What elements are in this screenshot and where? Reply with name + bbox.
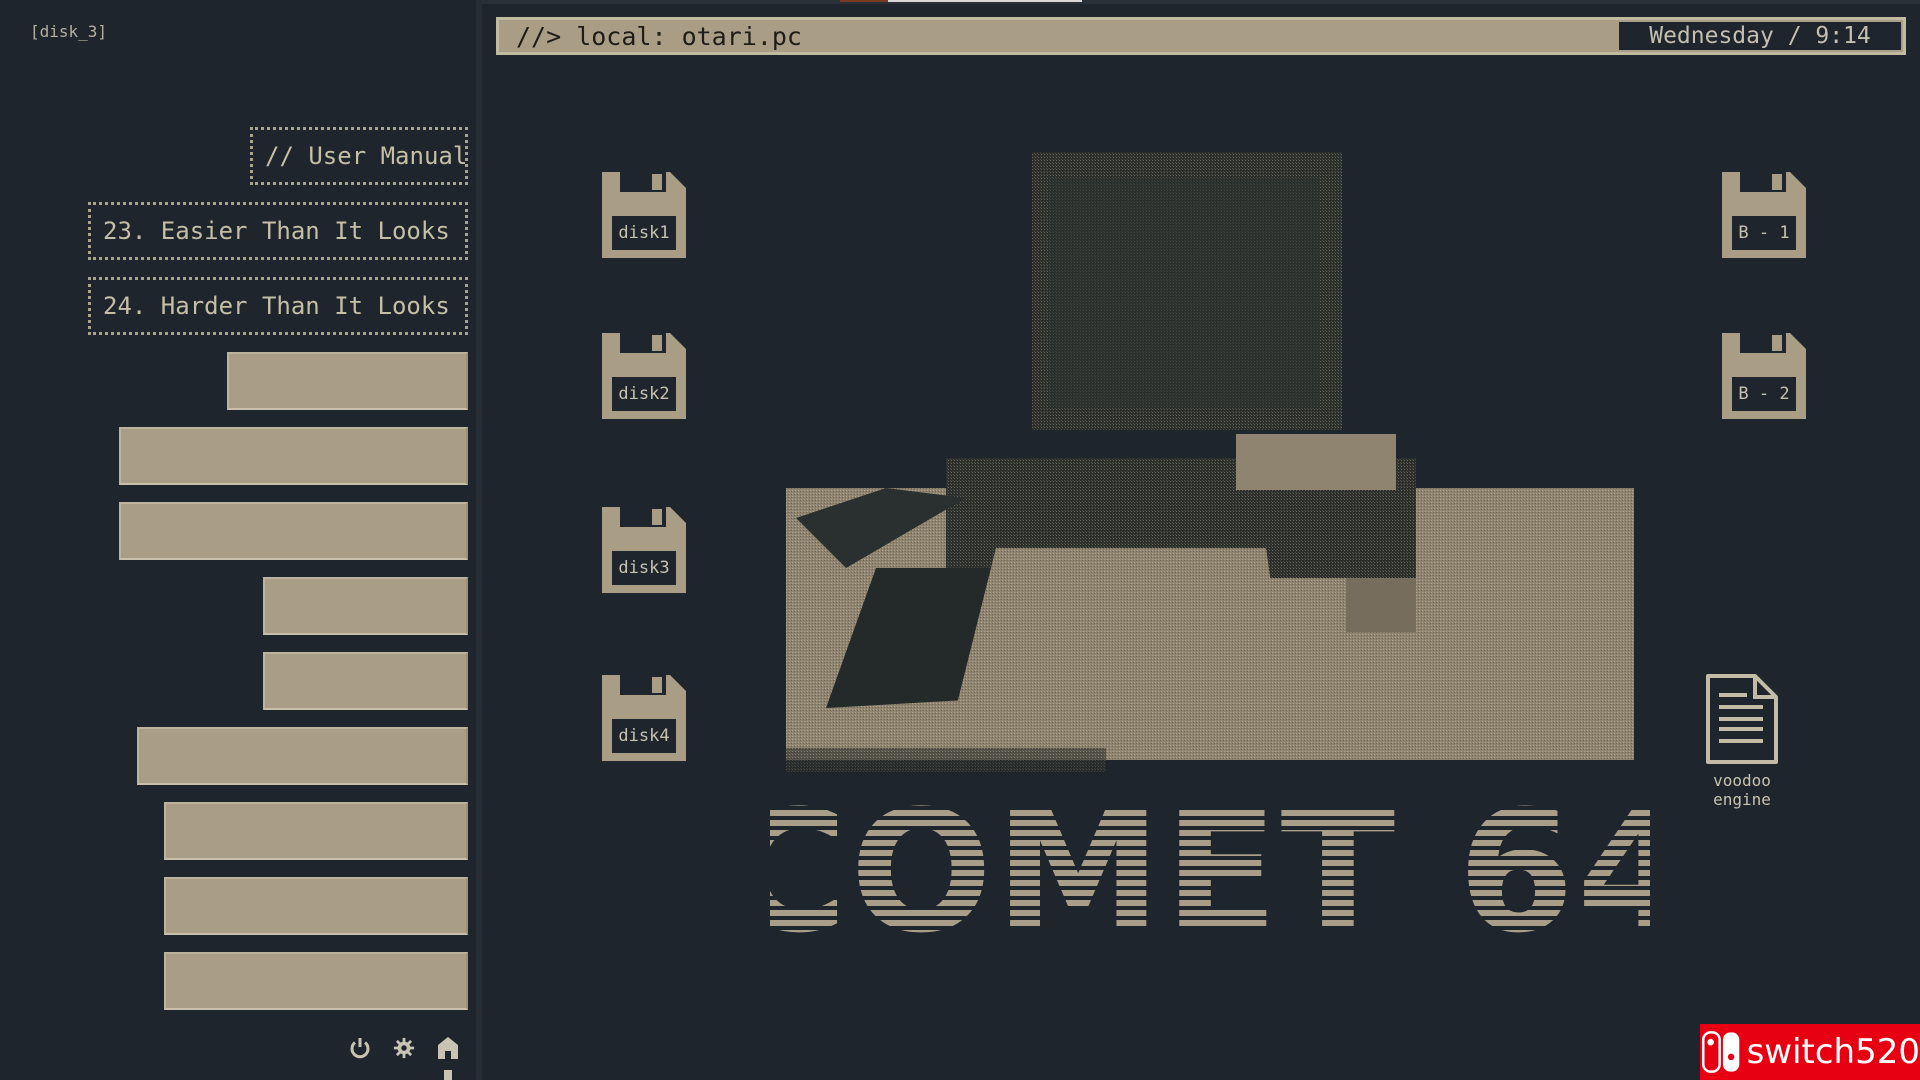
menu-item-blank[interactable]	[119, 502, 468, 560]
menu-item-blank[interactable]	[227, 352, 468, 410]
disk-tag: [disk_3]	[30, 22, 108, 41]
menu-item-chapter-23[interactable]: 23. Easier Than It Looks	[88, 202, 468, 260]
logo-text: COMET 64	[770, 800, 1650, 940]
disk-drive-shape	[1236, 434, 1396, 490]
disk-icon-b1[interactable]: B - 1	[1720, 170, 1808, 260]
power-icon[interactable]	[348, 1036, 372, 1060]
menu-item-blank[interactable]	[164, 952, 468, 1010]
watermark: switch520	[1700, 1024, 1920, 1080]
watermark-text: switch520	[1746, 1032, 1920, 1072]
main-area: //> local: otari.pc Wednesday / 9:14 dis…	[482, 0, 1920, 1080]
disk-label: B - 1	[1738, 223, 1790, 243]
document-icon	[1706, 674, 1778, 764]
disk-label: disk3	[618, 558, 670, 578]
menu-item-blank[interactable]	[263, 652, 468, 710]
home-icon[interactable]	[436, 1036, 460, 1060]
clock: Wednesday / 9:14	[1616, 22, 1901, 50]
menu-item-blank[interactable]	[164, 877, 468, 935]
document-voodoo-engine[interactable]: voodoo engine	[1692, 673, 1792, 809]
menu-item-blank[interactable]	[263, 577, 468, 635]
mouse-shape	[1346, 578, 1416, 632]
disk-label: B - 2	[1738, 384, 1790, 404]
disk-icon-disk4[interactable]: disk4	[600, 673, 688, 763]
location-path: //> local: otari.pc	[516, 21, 802, 51]
document-label: voodoo engine	[1713, 771, 1771, 809]
disk-icon-disk2[interactable]: disk2	[600, 331, 688, 421]
disk-icon-disk1[interactable]: disk1	[600, 170, 688, 260]
hero-computer-image	[786, 152, 1634, 772]
disk-icon-b2[interactable]: B - 2	[1720, 331, 1808, 421]
disk-label: disk4	[618, 726, 670, 746]
menu-item-user-manual[interactable]: // User Manual	[250, 127, 468, 185]
disk-label: disk1	[618, 223, 670, 243]
disk-label: disk2	[618, 384, 670, 404]
switch-logo-icon	[1702, 1031, 1740, 1073]
menu-item-blank[interactable]	[137, 727, 468, 785]
system-icons	[348, 1036, 460, 1060]
menu-item-blank[interactable]	[164, 802, 468, 860]
home-indicator	[444, 1070, 452, 1080]
comet-64-logo: COMET 64	[770, 800, 1650, 940]
disk-icon-disk3[interactable]: disk3	[600, 505, 688, 595]
title-bar: //> local: otari.pc Wednesday / 9:14	[496, 17, 1906, 55]
keyboard-shape	[956, 548, 1286, 708]
sidebar: [disk_3] // User Manual 23. Easier Than …	[0, 0, 482, 1080]
settings-gear-icon[interactable]	[392, 1036, 416, 1060]
menu-item-chapter-24[interactable]: 24. Harder Than It Looks	[88, 277, 468, 335]
menu-item-blank[interactable]	[119, 427, 468, 485]
